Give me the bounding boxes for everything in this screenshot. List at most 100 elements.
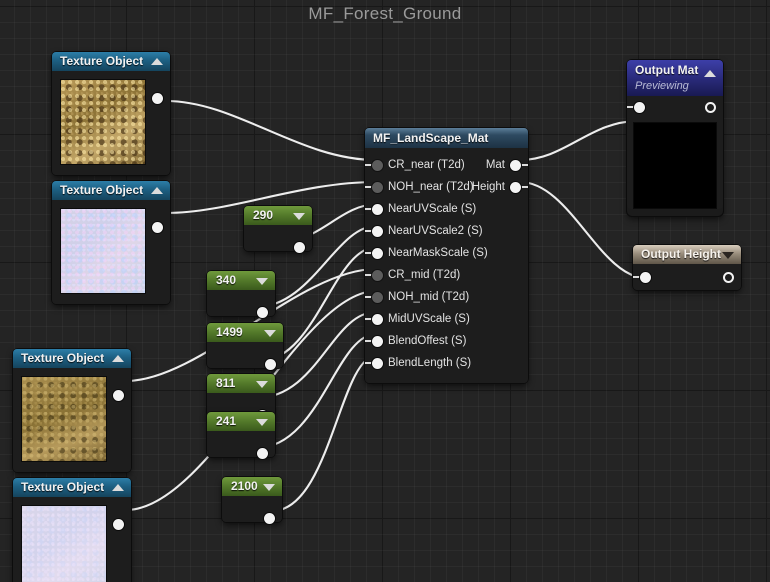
texture-object-node-4-output-pin[interactable] bbox=[113, 519, 124, 530]
output-height-node[interactable]: Output Height bbox=[633, 245, 741, 290]
output-mat-header[interactable]: Output Mat Previewing bbox=[627, 60, 723, 96]
input-pin-near-uv-scale[interactable] bbox=[372, 203, 383, 215]
pin-row-mid-uv-scale[interactable]: MidUVScale (S) bbox=[365, 308, 528, 330]
texture-object-node-3-body bbox=[13, 368, 131, 472]
texture-object-node-2-output-pin[interactable] bbox=[152, 222, 163, 233]
material-graph-canvas[interactable]: MF_Forest_Ground Texture Object Texture … bbox=[0, 0, 770, 582]
collapse-chevron-up-icon[interactable] bbox=[112, 354, 124, 362]
input-label-blend-length: BlendLength (S) bbox=[388, 357, 472, 369]
input-pin-blend-length[interactable] bbox=[372, 357, 383, 369]
input-pin-blend-offest[interactable] bbox=[372, 335, 383, 347]
constant-node-1499-body bbox=[207, 342, 283, 370]
expand-chevron-down-icon[interactable] bbox=[293, 212, 305, 220]
output-mat-node[interactable]: Output Mat Previewing bbox=[627, 60, 723, 216]
texture-object-node-1[interactable]: Texture Object bbox=[52, 52, 170, 175]
pin-row-near-mask-scale[interactable]: NearMaskScale (S) bbox=[365, 242, 528, 264]
texture-object-node-1-header[interactable]: Texture Object bbox=[52, 52, 170, 71]
input-label-near-mask-scale: NearMaskScale (S) bbox=[388, 247, 488, 259]
texture-object-node-2[interactable]: Texture Object bbox=[52, 181, 170, 304]
pin-stub bbox=[365, 252, 372, 254]
pin-row-noh-mid[interactable]: NOH_mid (T2d) bbox=[365, 286, 528, 308]
constant-node-241-value: 241 bbox=[216, 414, 237, 428]
constant-node-241-header[interactable]: 241 bbox=[207, 412, 275, 431]
constant-node-2100-body bbox=[222, 496, 282, 524]
pin-stub bbox=[521, 164, 528, 166]
constant-node-290-header[interactable]: 290 bbox=[244, 206, 312, 225]
pin-row-cr-near[interactable]: CR_near (T2d) Mat bbox=[365, 154, 528, 176]
collapse-chevron-up-icon[interactable] bbox=[151, 57, 163, 65]
output-height-output-pin[interactable] bbox=[723, 271, 734, 283]
texture-object-node-3-output-pin[interactable] bbox=[113, 390, 124, 401]
pin-row-noh-near[interactable]: NOH_near (T2d) Height bbox=[365, 176, 528, 198]
output-height-input-pin[interactable] bbox=[640, 271, 651, 283]
input-label-blend-offest: BlendOffest (S) bbox=[388, 335, 467, 347]
texture-object-node-3-header[interactable]: Texture Object bbox=[13, 349, 131, 368]
expand-chevron-down-icon[interactable] bbox=[256, 380, 268, 388]
input-pin-noh-near[interactable] bbox=[372, 181, 383, 193]
pin-stub bbox=[365, 340, 372, 342]
collapse-chevron-up-icon[interactable] bbox=[112, 483, 124, 491]
output-height-title: Output Height bbox=[641, 247, 721, 261]
constant-node-2100[interactable]: 2100 bbox=[222, 477, 282, 524]
texture-object-node-2-body bbox=[52, 200, 170, 304]
pin-stub bbox=[365, 186, 372, 188]
pin-row-near-uv-scale2[interactable]: NearUVScale2 (S) bbox=[365, 220, 528, 242]
constant-node-1499-output-pin[interactable] bbox=[265, 359, 276, 370]
constant-node-2100-output-pin[interactable] bbox=[264, 513, 275, 524]
constant-node-340[interactable]: 340 bbox=[207, 271, 275, 318]
constant-node-1499[interactable]: 1499 bbox=[207, 323, 283, 370]
constant-node-1499-header[interactable]: 1499 bbox=[207, 323, 283, 342]
constant-node-290[interactable]: 290 bbox=[244, 206, 312, 253]
output-mat-input-pin[interactable] bbox=[634, 101, 645, 113]
input-pin-near-uv-scale2[interactable] bbox=[372, 225, 383, 237]
texture-object-node-4-title: Texture Object bbox=[21, 480, 105, 494]
input-label-noh-mid: NOH_mid (T2d) bbox=[388, 291, 470, 303]
output-pin-height[interactable] bbox=[510, 181, 521, 193]
collapse-chevron-up-icon[interactable] bbox=[704, 70, 716, 77]
expand-chevron-down-icon[interactable] bbox=[263, 483, 275, 491]
pin-row-blend-length[interactable]: BlendLength (S) bbox=[365, 352, 528, 374]
constant-node-1499-value: 1499 bbox=[216, 325, 243, 339]
input-pin-cr-mid[interactable] bbox=[372, 269, 383, 281]
texture-thumbnail-normal-map bbox=[60, 208, 146, 294]
constant-node-340-header[interactable]: 340 bbox=[207, 271, 275, 290]
pin-row-cr-mid[interactable]: CR_mid (T2d) bbox=[365, 264, 528, 286]
expand-chevron-down-icon[interactable] bbox=[722, 251, 734, 259]
texture-object-node-4[interactable]: Texture Object bbox=[13, 478, 131, 582]
output-mat-output-pin[interactable] bbox=[705, 101, 716, 113]
input-pin-cr-near[interactable] bbox=[372, 159, 383, 171]
texture-object-node-3[interactable]: Texture Object bbox=[13, 349, 131, 472]
material-function-node-mf-landscape-mat[interactable]: MF_LandScape_Mat CR_near (T2d) Mat NOH_n… bbox=[365, 128, 528, 383]
expand-chevron-down-icon[interactable] bbox=[256, 418, 268, 426]
pin-stub bbox=[365, 230, 372, 232]
input-pin-mid-uv-scale[interactable] bbox=[372, 313, 383, 325]
constant-node-290-body bbox=[244, 225, 312, 253]
texture-object-node-2-title: Texture Object bbox=[60, 183, 144, 197]
collapse-chevron-up-icon[interactable] bbox=[151, 186, 163, 194]
wire-mat-to-output-mat bbox=[518, 119, 640, 162]
output-pin-mat[interactable] bbox=[510, 159, 521, 171]
constant-node-241[interactable]: 241 bbox=[207, 412, 275, 459]
function-node-header[interactable]: MF_LandScape_Mat bbox=[365, 128, 528, 148]
expand-chevron-down-icon[interactable] bbox=[264, 329, 276, 337]
output-label-mat: Mat bbox=[485, 159, 505, 171]
pin-row-near-uv-scale[interactable]: NearUVScale (S) bbox=[365, 198, 528, 220]
texture-object-node-1-output-pin[interactable] bbox=[152, 93, 163, 104]
constant-node-2100-header[interactable]: 2100 bbox=[222, 477, 282, 496]
constant-node-290-output-pin[interactable] bbox=[294, 242, 305, 253]
texture-object-node-3-title: Texture Object bbox=[21, 351, 105, 365]
output-height-header[interactable]: Output Height bbox=[633, 245, 741, 264]
expand-chevron-down-icon[interactable] bbox=[256, 277, 268, 285]
input-pin-near-mask-scale[interactable] bbox=[372, 247, 383, 259]
constant-node-241-output-pin[interactable] bbox=[257, 448, 268, 459]
wire-texture1-to-crnear bbox=[164, 99, 378, 162]
texture-object-node-2-header[interactable]: Texture Object bbox=[52, 181, 170, 200]
output-mat-pin-row[interactable] bbox=[627, 96, 723, 118]
constant-node-811-header[interactable]: 811 bbox=[207, 374, 275, 393]
output-mat-title: Output Mat bbox=[635, 63, 699, 77]
constant-node-340-output-pin[interactable] bbox=[257, 307, 268, 318]
pin-row-blend-offest[interactable]: BlendOffest (S) bbox=[365, 330, 528, 352]
input-pin-noh-mid[interactable] bbox=[372, 291, 383, 303]
texture-object-node-4-header[interactable]: Texture Object bbox=[13, 478, 131, 497]
input-label-near-uv-scale: NearUVScale (S) bbox=[388, 203, 477, 215]
